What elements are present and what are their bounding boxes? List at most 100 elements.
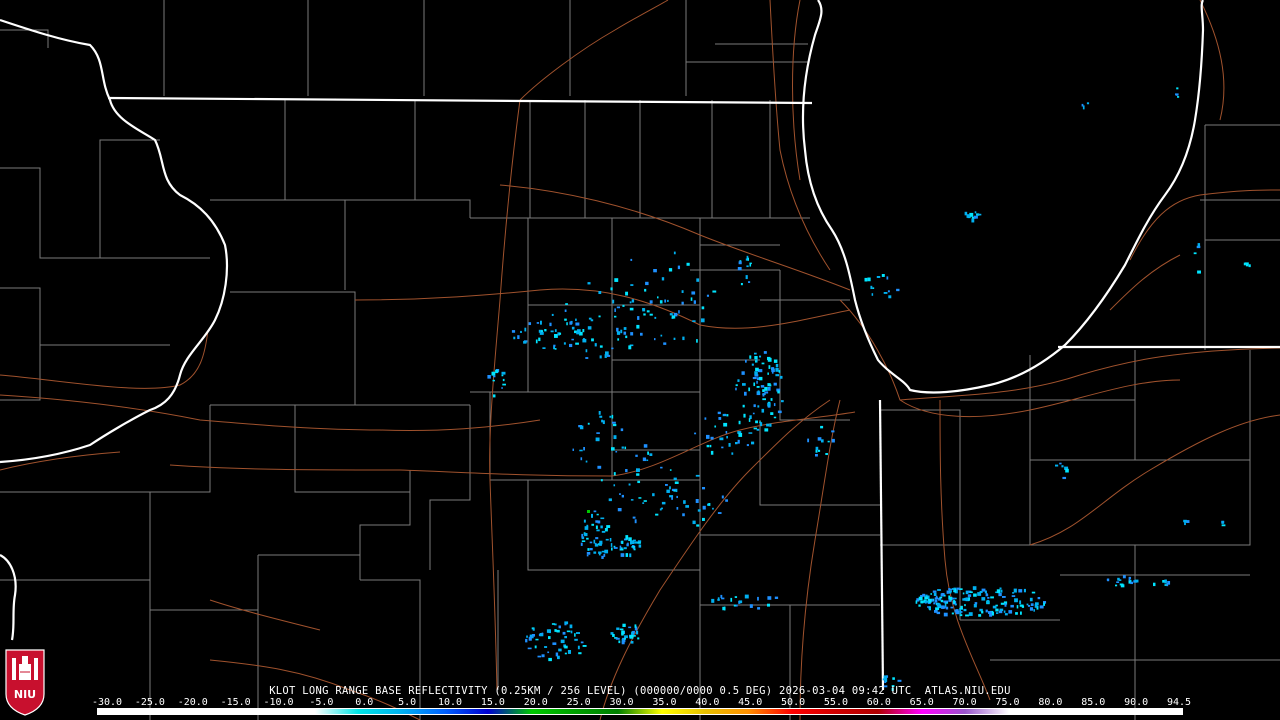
- radar-echo: [741, 371, 745, 375]
- radar-echo: [759, 355, 762, 358]
- radar-echo: [831, 430, 835, 433]
- colorbar-segment: [444, 709, 489, 714]
- colorbar-segment: [184, 709, 229, 714]
- radar-echo: [580, 542, 583, 546]
- radar-echo: [625, 335, 628, 339]
- radar-echo: [520, 330, 522, 334]
- radar-echo: [542, 347, 546, 349]
- radar-echo: [940, 593, 945, 597]
- radar-echo: [755, 360, 757, 363]
- radar-echo: [754, 371, 758, 375]
- radar-echo: [738, 600, 743, 604]
- radar-echo: [757, 390, 760, 394]
- radar-echo: [968, 612, 973, 616]
- radar-echo: [892, 677, 895, 680]
- radar-echo: [617, 508, 622, 512]
- radar-echo: [717, 411, 721, 415]
- radar-echo: [1003, 610, 1006, 613]
- radar-echo: [756, 386, 760, 388]
- radar-echo: [973, 604, 977, 608]
- radar-echo: [599, 415, 603, 418]
- colorbar-tick-label: 60.0: [866, 697, 891, 708]
- radar-echo: [623, 547, 627, 550]
- radar-echo: [554, 334, 558, 338]
- radar-echo: [1027, 605, 1031, 607]
- radar-echo: [744, 594, 749, 599]
- radar-echo: [560, 639, 565, 644]
- radar-echo: [539, 332, 544, 335]
- radar-echo: [744, 391, 747, 396]
- radar-echo: [749, 355, 752, 359]
- radar-echo: [622, 639, 626, 643]
- radar-echo: [617, 338, 620, 341]
- radar-echo: [495, 369, 499, 374]
- radar-echo: [647, 451, 649, 455]
- radar-echo: [575, 342, 579, 345]
- radar-echo: [710, 436, 714, 440]
- radar-echo: [767, 402, 771, 407]
- radar-echo: [962, 592, 965, 595]
- radar-echo: [631, 546, 635, 548]
- radar-echo: [755, 420, 758, 424]
- radar-echo: [969, 591, 973, 594]
- product-caption: KLOT LONG RANGE BASE REFLECTIVITY (0.25K…: [269, 685, 1011, 697]
- radar-echo: [535, 339, 538, 344]
- radar-echo: [876, 276, 881, 278]
- radar-echo: [667, 299, 669, 302]
- radar-echo: [1014, 598, 1018, 603]
- radar-echo: [920, 595, 924, 597]
- radar-echo: [1176, 87, 1179, 90]
- radar-echo: [554, 629, 557, 632]
- radar-echo: [614, 315, 617, 318]
- radar-echo: [666, 489, 670, 493]
- radar-echo: [742, 383, 746, 386]
- radar-echo: [634, 519, 637, 524]
- colorbar-tick-label: -10.0: [263, 697, 294, 708]
- radar-echo: [1197, 243, 1201, 247]
- radar-echo: [1122, 575, 1126, 579]
- radar-echo: [722, 606, 725, 611]
- radar-echo: [501, 374, 504, 377]
- radar-echo: [694, 432, 697, 435]
- radar-echo: [502, 378, 505, 382]
- radar-echo: [956, 587, 960, 590]
- radar-echo: [735, 384, 738, 387]
- radar-echo: [1106, 578, 1109, 581]
- radar-echo: [678, 310, 680, 314]
- radar-echo: [730, 597, 733, 602]
- radar-echo: [735, 442, 738, 445]
- radar-echo: [576, 331, 580, 335]
- radar-echo: [631, 299, 635, 303]
- radar-echo: [995, 608, 999, 612]
- radar-echo: [918, 604, 921, 607]
- radar-echo: [768, 365, 771, 369]
- colorbar-tick-label: 15.0: [480, 697, 505, 708]
- radar-echo: [596, 513, 599, 516]
- radar-echo: [599, 355, 602, 359]
- radar-echo: [953, 600, 956, 604]
- radar-echo: [532, 628, 535, 631]
- radar-echo: [627, 542, 629, 545]
- radar-echo: [555, 652, 559, 657]
- radar-echo: [871, 293, 874, 296]
- radar-echo: [723, 422, 728, 427]
- radar-echo: [614, 308, 616, 313]
- radar-echo: [564, 309, 567, 312]
- radar-echo: [544, 646, 548, 648]
- colorbar-tick-label: 94.5: [1166, 697, 1192, 708]
- colorbar-segment: [531, 709, 575, 714]
- radar-echo: [637, 637, 640, 640]
- radar-echo: [686, 262, 690, 266]
- radar-echo: [599, 544, 602, 546]
- radar-echo: [611, 414, 614, 419]
- radar-echo: [767, 372, 769, 375]
- radar-echo: [571, 326, 575, 330]
- colorbar-tick-label: -25.0: [134, 697, 165, 708]
- radar-echo: [746, 444, 749, 447]
- radar-echo: [610, 543, 613, 547]
- radar-echo: [619, 493, 621, 495]
- radar-echo: [870, 285, 873, 290]
- radar-echo: [1081, 103, 1084, 107]
- radar-echo: [587, 282, 591, 285]
- radar-echo: [659, 300, 663, 304]
